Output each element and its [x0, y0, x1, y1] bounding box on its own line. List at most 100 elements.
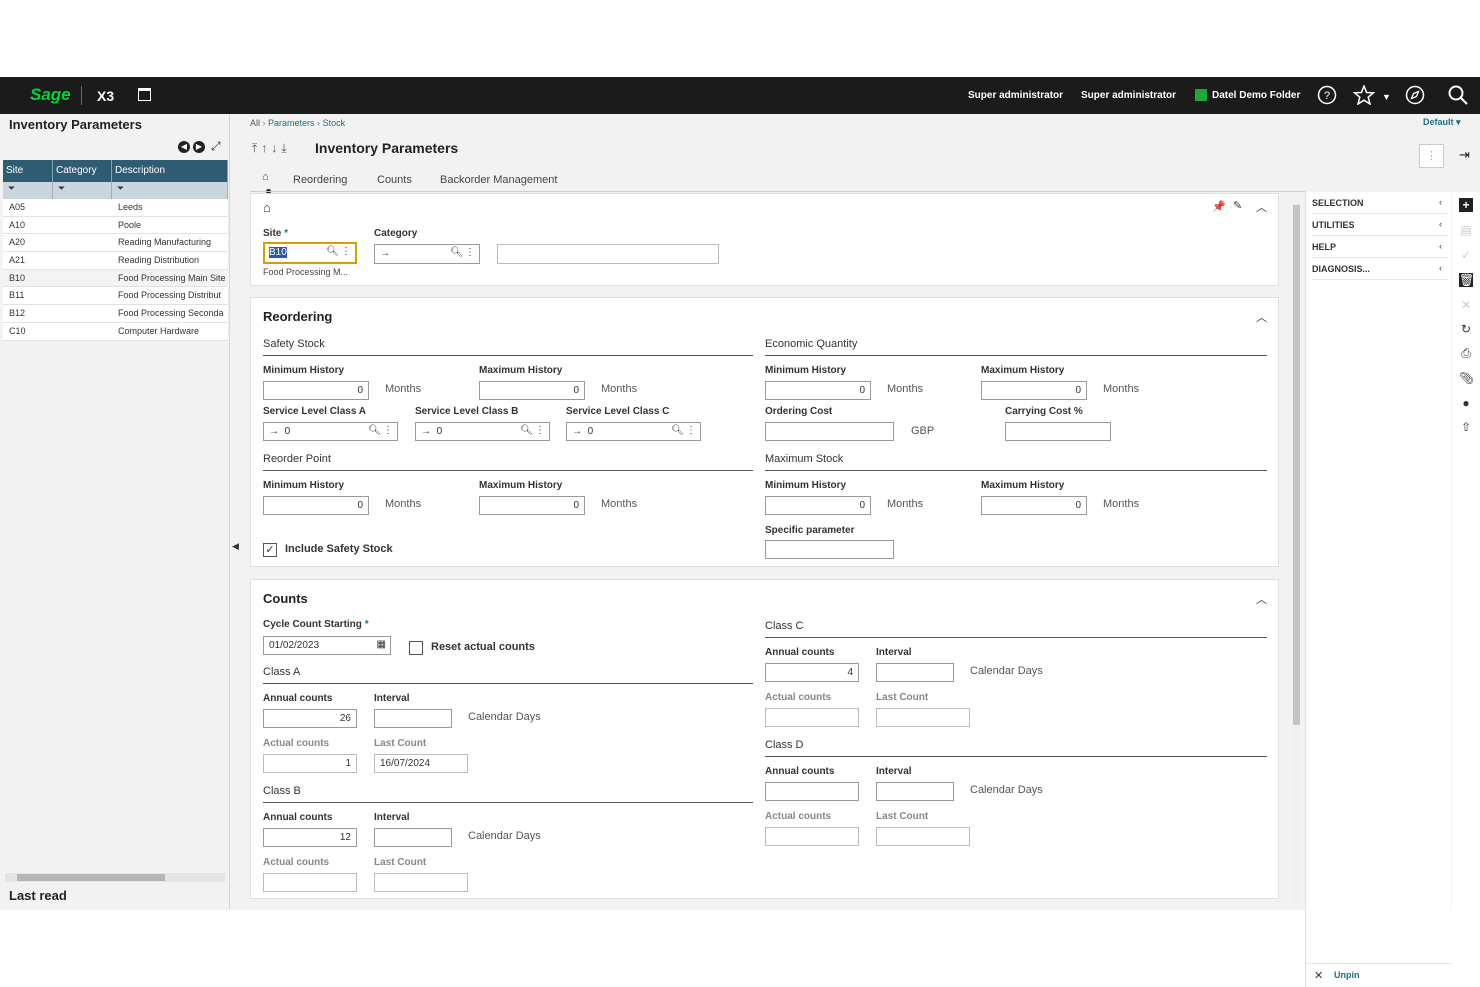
breadcrumb-all[interactable]: All [250, 118, 260, 128]
next-record-icon[interactable]: ↓ [271, 141, 281, 155]
ordering-cost-input[interactable] [765, 422, 894, 441]
menu-dots-icon[interactable]: ⋮ [341, 246, 351, 257]
star-icon[interactable] [1353, 85, 1375, 105]
export-icon[interactable]: ⇧ [1459, 420, 1473, 434]
nav-next-icon[interactable]: ▶ [193, 141, 205, 153]
home-icon[interactable]: ⌂ [263, 200, 271, 215]
table-row[interactable]: A10 Poole [3, 216, 228, 235]
edit-icon[interactable]: ✎ [1233, 199, 1242, 212]
class-a-interval-input[interactable] [374, 709, 452, 728]
horizontal-scrollbar[interactable] [5, 873, 225, 882]
calendar-icon[interactable] [138, 88, 151, 101]
tab-counts[interactable]: Counts [377, 174, 412, 186]
service-a-input[interactable]: → 0 🔍︎ ⋮ [263, 422, 398, 441]
class-d-annual-input[interactable] [765, 782, 859, 801]
tab-reordering[interactable]: Reordering [293, 174, 347, 186]
service-c-input[interactable]: → 0 🔍︎ ⋮ [566, 422, 701, 441]
filter-icon[interactable]: ⏷ [53, 182, 112, 199]
collapse-icon[interactable]: ︿ [1256, 309, 1267, 325]
service-b-input[interactable]: → 0 🔍︎ ⋮ [415, 422, 550, 441]
folder-name[interactable]: Datel Demo Folder [1212, 90, 1300, 101]
lookup-icon[interactable]: 🔍︎ [326, 246, 339, 257]
default-menu[interactable]: Default ▾ [1423, 117, 1461, 128]
last-record-icon[interactable]: ⤓ [281, 141, 290, 155]
save-icon[interactable]: ▤ [1459, 223, 1473, 237]
expand-icon[interactable]: ⤢ [211, 139, 221, 154]
menu-dots-icon[interactable]: ⋮ [686, 425, 696, 436]
comment-icon[interactable]: ● [1459, 396, 1473, 410]
more-options-button[interactable]: ⋮ [1419, 144, 1444, 168]
first-record-icon[interactable]: ⤒ [252, 141, 261, 155]
pin-icon[interactable]: 📌 [1212, 200, 1226, 213]
add-icon[interactable]: + [1459, 198, 1473, 212]
unpin-icon[interactable]: ✕ [1314, 969, 1323, 982]
refresh-icon[interactable]: ↻ [1459, 322, 1473, 336]
exit-icon[interactable]: ⇥ [1459, 147, 1470, 163]
selection-menu[interactable]: SELECTION ‹ [1312, 192, 1448, 214]
table-row[interactable]: A21 Reading Distribution [3, 252, 228, 270]
diagnosis-menu[interactable]: DIAGNOSIS... ‹ [1312, 258, 1448, 280]
class-c-annual-input[interactable]: 4 [765, 663, 859, 682]
calendar-icon[interactable]: ▦ [377, 639, 386, 650]
help-menu[interactable]: HELP ‹ [1312, 236, 1448, 258]
filter-icon[interactable]: ⏷ [3, 182, 53, 199]
class-b-interval-input[interactable] [374, 828, 452, 847]
table-row[interactable]: B11 Food Processing Distribut [3, 287, 228, 306]
column-description[interactable]: Description [112, 160, 228, 182]
filter-icon[interactable]: ⏷ [112, 182, 228, 199]
site-input[interactable]: B10 🔍︎ ⋮ [263, 242, 357, 264]
utilities-menu[interactable]: UTILITIES ‹ [1312, 214, 1448, 236]
home-tab-icon[interactable]: ⌂ [262, 171, 269, 183]
lookup-icon[interactable]: 🔍︎ [520, 425, 533, 436]
carrying-cost-input[interactable] [1005, 422, 1111, 441]
unpin-button[interactable]: Unpin [1334, 970, 1360, 980]
class-c-interval-input[interactable] [876, 663, 954, 682]
delete-icon[interactable]: 🗑︎ [1459, 273, 1474, 287]
lookup-icon[interactable]: 🔍︎ [368, 425, 381, 436]
scrollbar-thumb[interactable] [17, 874, 165, 881]
ms-max-history-input[interactable]: 0 [981, 496, 1087, 515]
breadcrumb-stock[interactable]: Stock [323, 118, 346, 128]
table-row[interactable]: A20 Reading Manufacturing [3, 234, 228, 253]
attachment-icon[interactable]: 📎︎ [1459, 371, 1474, 385]
lookup-icon[interactable]: 🔍︎ [671, 425, 684, 436]
category-input[interactable]: → 🔍︎ ⋮ [374, 244, 480, 264]
table-row-selected[interactable]: B10 Food Processing Main Site [3, 269, 228, 288]
breadcrumb-parameters[interactable]: Parameters [268, 118, 315, 128]
safety-max-history-input[interactable]: 0 [479, 381, 585, 400]
class-d-interval-input[interactable] [876, 782, 954, 801]
table-row[interactable]: B12 Food Processing Seconda [3, 305, 228, 323]
include-safety-checkbox[interactable]: ✓ [263, 543, 277, 557]
print-icon[interactable]: ⎙ [1459, 346, 1473, 360]
help-icon[interactable]: ? [1317, 85, 1337, 105]
rp-max-history-input[interactable]: 0 [479, 496, 585, 515]
cancel-icon[interactable]: ✕ [1459, 298, 1473, 312]
safety-min-history-input[interactable]: 0 [263, 381, 369, 400]
class-a-annual-input[interactable]: 26 [263, 709, 357, 728]
reset-counts-checkbox[interactable] [409, 641, 423, 655]
chevron-down-icon[interactable]: ▼ [1382, 92, 1391, 102]
column-site[interactable]: Site [3, 160, 53, 182]
check-icon[interactable]: ✓ [1459, 248, 1473, 262]
lookup-icon[interactable]: 🔍︎ [450, 247, 463, 258]
menu-dots-icon[interactable]: ⋮ [383, 425, 393, 436]
ms-min-history-input[interactable]: 0 [765, 496, 871, 515]
sage-logo[interactable]: Sage [30, 85, 71, 105]
vertical-scrollbar[interactable] [1291, 195, 1301, 907]
specific-parameter-input[interactable] [765, 540, 894, 559]
class-b-annual-input[interactable]: 12 [263, 828, 357, 847]
rp-min-history-input[interactable]: 0 [263, 496, 369, 515]
column-category[interactable]: Category [53, 160, 112, 182]
table-row[interactable]: C10 Computer Hardware [3, 322, 228, 341]
collapse-icon[interactable]: ︿ [1256, 591, 1267, 607]
table-row[interactable]: A05 Leeds [3, 199, 228, 217]
eq-min-history-input[interactable]: 0 [765, 381, 871, 400]
user-role[interactable]: Super administrator [968, 90, 1063, 101]
prev-record-icon[interactable]: ↑ [261, 141, 271, 155]
tab-backorder[interactable]: Backorder Management [440, 174, 557, 186]
collapse-panel-icon[interactable]: ◀ [232, 541, 239, 552]
menu-dots-icon[interactable]: ⋮ [465, 247, 475, 258]
nav-prev-icon[interactable]: ◀ [178, 141, 190, 153]
search-icon[interactable] [1448, 85, 1468, 105]
compass-icon[interactable] [1405, 85, 1425, 105]
